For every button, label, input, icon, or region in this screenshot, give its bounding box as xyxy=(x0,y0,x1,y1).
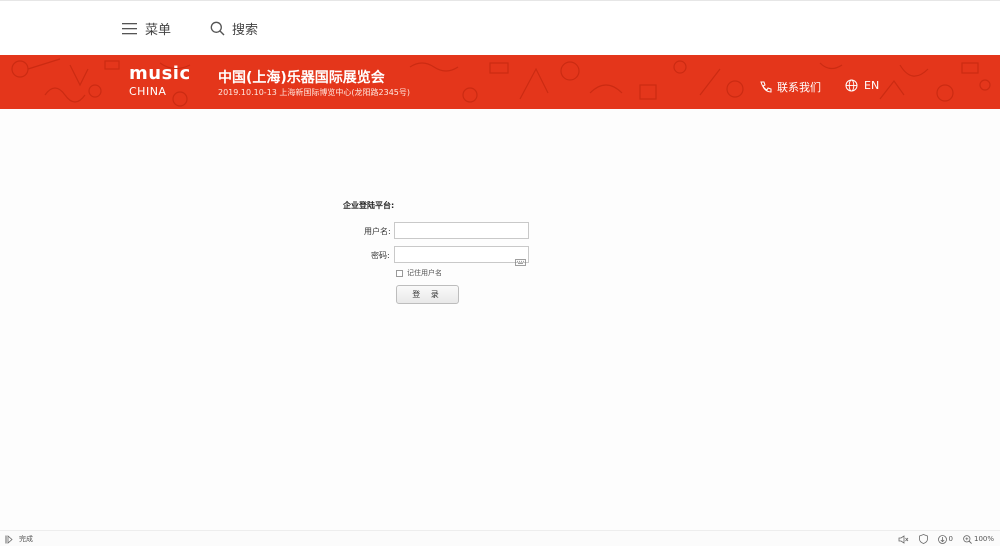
keyboard-icon[interactable] xyxy=(515,251,526,270)
security-button[interactable] xyxy=(918,534,928,544)
page-status-icon xyxy=(5,534,13,544)
search-icon xyxy=(210,21,225,36)
login-button[interactable]: 登 录 xyxy=(396,285,459,304)
menu-label: 菜单 xyxy=(145,23,172,38)
status-tools: 0 100% xyxy=(898,534,994,544)
username-label: 用户名: xyxy=(364,227,391,236)
password-input[interactable] xyxy=(394,246,529,263)
search-button[interactable]: 搜索 xyxy=(210,19,258,38)
remember-username-label: 记住用户名 xyxy=(407,269,442,277)
browser-status-bar: 完成 0 100% xyxy=(0,530,1000,546)
password-label: 密码: xyxy=(371,251,390,260)
speaker-muted-icon xyxy=(898,534,909,544)
mute-button[interactable] xyxy=(898,534,909,544)
hamburger-menu-icon xyxy=(122,22,137,35)
zoom-icon xyxy=(963,534,972,544)
username-input[interactable] xyxy=(394,222,529,239)
header-banner: music CHINA 中国(上海)乐器国际展览会 2019.10.10-13 … xyxy=(0,55,1000,109)
china-logo-text: CHINA xyxy=(129,85,167,98)
exhibition-title: 中国(上海)乐器国际展览会 xyxy=(218,70,385,86)
status-done: 完成 xyxy=(5,534,33,544)
search-label: 搜索 xyxy=(232,23,259,38)
remember-username-checkbox[interactable] xyxy=(396,269,403,277)
download-icon xyxy=(937,534,947,544)
contact-us-label: 联系我们 xyxy=(777,81,821,94)
browser-page: 菜单 搜索 music CHINA 中国(上海)乐器国际展览会 2019.10.… xyxy=(0,0,1000,546)
exhibition-dates-venue: 2019.10.10-13 上海新国际博览中心(龙阳路2345号) xyxy=(218,88,411,97)
login-heading: 企业登陆平台: xyxy=(343,201,395,210)
remember-username-option[interactable]: 记住用户名 xyxy=(396,268,442,278)
shield-icon xyxy=(918,534,928,544)
downloads-button[interactable]: 0 xyxy=(937,534,953,544)
zoom-level: 100% xyxy=(973,535,994,543)
top-navigation: 菜单 搜索 xyxy=(0,0,1000,55)
zoom-control[interactable]: 100% xyxy=(963,534,994,544)
download-count: 0 xyxy=(948,535,953,543)
phone-icon xyxy=(759,81,772,94)
globe-icon xyxy=(845,79,858,92)
status-text: 完成 xyxy=(19,535,33,543)
language-switch-link[interactable]: EN xyxy=(845,79,879,92)
menu-button[interactable]: 菜单 xyxy=(122,19,171,38)
language-label: EN xyxy=(864,79,880,92)
contact-us-link[interactable]: 联系我们 xyxy=(759,79,821,95)
music-logo-text: music xyxy=(129,63,191,84)
